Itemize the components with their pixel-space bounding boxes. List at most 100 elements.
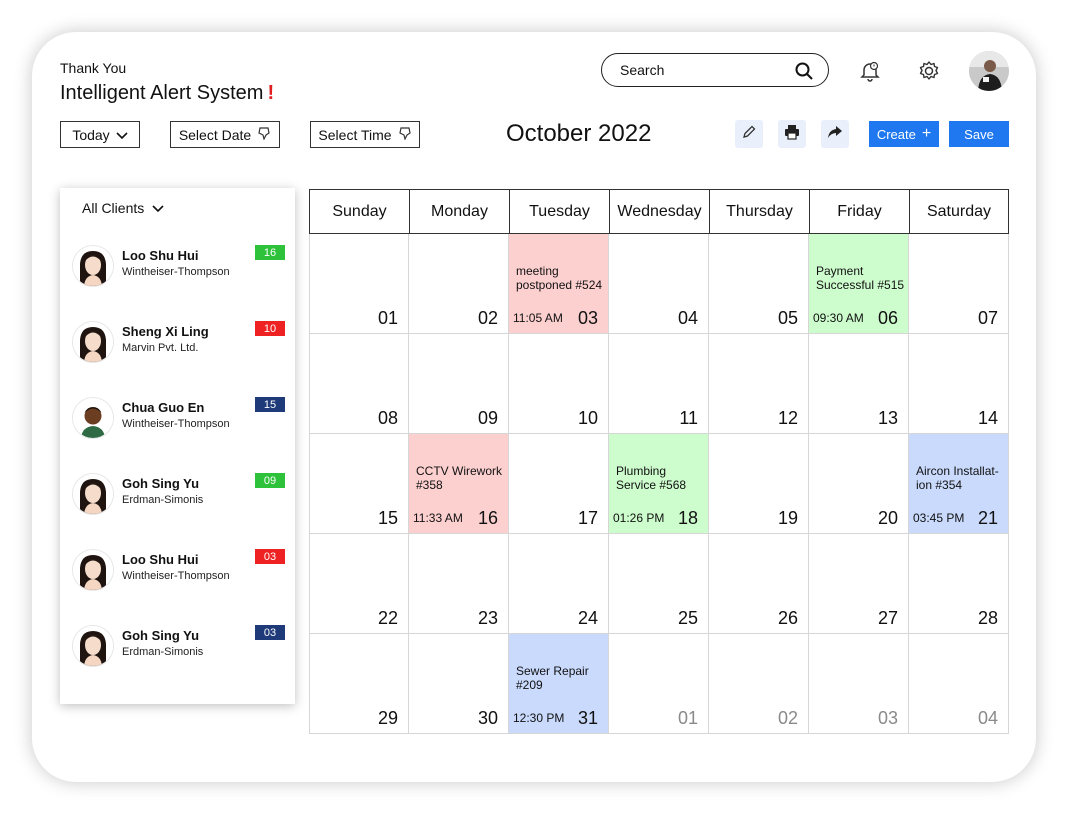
- calendar-day-cell[interactable]: 28: [909, 534, 1009, 634]
- calendar-day-cell[interactable]: 13: [809, 334, 909, 434]
- select-date-label: Select Date: [178, 126, 252, 143]
- calendar-day-cell[interactable]: 23: [409, 534, 509, 634]
- calendar-day-cell[interactable]: 29: [309, 634, 409, 734]
- pencil-icon: [741, 124, 757, 145]
- search-input[interactable]: [620, 62, 780, 78]
- calendar-day-cell[interactable]: 27: [809, 534, 909, 634]
- day-number: 06: [877, 308, 898, 328]
- event-time: 11:33 AM: [413, 511, 463, 525]
- calendar-day-cell[interactable]: 05: [709, 234, 809, 334]
- calendar-event-cell[interactable]: Payment Successful #515 09:30 AM 06: [809, 234, 909, 334]
- gear-icon[interactable]: [917, 59, 941, 83]
- calendar-day-cell[interactable]: 26: [709, 534, 809, 634]
- calendar-day-cell[interactable]: 09: [409, 334, 509, 434]
- calendar-day-cell[interactable]: 04: [909, 634, 1009, 734]
- share-button[interactable]: [821, 120, 849, 148]
- calendar-event-cell[interactable]: CCTV Wirework #358 11:33 AM 16: [409, 434, 509, 534]
- calendar-day-cell[interactable]: 22: [309, 534, 409, 634]
- client-item[interactable]: Goh Sing Yu Erdman-Simonis 09: [60, 473, 295, 533]
- calendar-day-cell[interactable]: 12: [709, 334, 809, 434]
- user-avatar[interactable]: [969, 51, 1009, 91]
- month-title: October 2022: [506, 120, 652, 147]
- select-date-button[interactable]: Select Date: [170, 121, 280, 148]
- day-number: 19: [777, 508, 798, 528]
- day-number: 29: [377, 708, 398, 728]
- calendar-day-cell[interactable]: 08: [309, 334, 409, 434]
- client-item[interactable]: Loo Shu Hui Wintheiser-Thompson 03: [60, 549, 295, 609]
- calendar-day-cell[interactable]: 02: [709, 634, 809, 734]
- all-clients-dropdown[interactable]: All Clients: [82, 200, 164, 216]
- search-icon[interactable]: [794, 61, 814, 86]
- calendar-day-cell[interactable]: 01: [309, 234, 409, 334]
- calendar-day-cell[interactable]: 19: [709, 434, 809, 534]
- calendar-day-cell[interactable]: 11: [609, 334, 709, 434]
- create-button[interactable]: Create +: [869, 121, 939, 147]
- calendar-event-cell[interactable]: Sewer Repair #209 12:30 PM 31: [509, 634, 609, 734]
- day-header-tuesday: Tuesday: [509, 189, 610, 234]
- calendar-day-cell[interactable]: 15: [309, 434, 409, 534]
- bell-icon[interactable]: [858, 59, 882, 83]
- calendar-day-cell[interactable]: 01: [609, 634, 709, 734]
- calendar-day-cell[interactable]: 25: [609, 534, 709, 634]
- day-number: 30: [477, 708, 498, 728]
- save-button[interactable]: Save: [949, 121, 1009, 147]
- day-header-friday: Friday: [809, 189, 910, 234]
- client-item[interactable]: Sheng Xi Ling Marvin Pvt. Ltd. 10: [60, 321, 295, 381]
- event-time: 11:05 AM: [513, 311, 563, 325]
- client-name: Goh Sing Yu: [122, 628, 200, 643]
- alert-count-badge: 10: [255, 321, 285, 336]
- day-number: 09: [477, 408, 498, 428]
- calendar-event-cell[interactable]: Aircon Installat-ion #354 03:45 PM 21: [909, 434, 1009, 534]
- edit-button[interactable]: [735, 120, 763, 148]
- day-number: 04: [977, 708, 998, 728]
- day-number: 02: [777, 708, 798, 728]
- day-header-sunday: Sunday: [309, 189, 410, 234]
- select-time-button[interactable]: Select Time: [310, 121, 420, 148]
- search-bar[interactable]: [601, 53, 829, 87]
- day-number: 10: [577, 408, 598, 428]
- day-header-saturday: Saturday: [909, 189, 1009, 234]
- calendar-event-cell[interactable]: meeting postponed #524 11:05 AM 03: [509, 234, 609, 334]
- client-name: Goh Sing Yu: [122, 476, 200, 491]
- calendar-day-cell[interactable]: 04: [609, 234, 709, 334]
- calendar-day-cell[interactable]: 24: [509, 534, 609, 634]
- event-time: 03:45 PM: [913, 511, 965, 525]
- calendar-day-cell[interactable]: 02: [409, 234, 509, 334]
- page-title-text: Intelligent Alert System: [60, 82, 264, 104]
- calendar-day-cell[interactable]: 03: [809, 634, 909, 734]
- calendar-day-cell[interactable]: 20: [809, 434, 909, 534]
- day-number: 17: [577, 508, 598, 528]
- day-number: 18: [677, 508, 698, 528]
- day-number: 26: [777, 608, 798, 628]
- day-number: 27: [877, 608, 898, 628]
- calendar-day-cell[interactable]: 30: [409, 634, 509, 734]
- today-dropdown[interactable]: Today: [60, 121, 140, 148]
- client-item[interactable]: Chua Guo En Wintheiser-Thompson 15: [60, 397, 295, 457]
- client-name: Sheng Xi Ling: [122, 324, 209, 339]
- avatar: [72, 245, 114, 287]
- calendar-event-cell[interactable]: Plumbing Service #568 01:26 PM 18: [609, 434, 709, 534]
- day-number: 24: [577, 608, 598, 628]
- day-number: 14: [977, 408, 998, 428]
- day-number: 21: [977, 508, 998, 528]
- day-number: 11: [679, 408, 698, 428]
- avatar: [72, 549, 114, 591]
- calendar-day-cell[interactable]: 10: [509, 334, 609, 434]
- calendar-day-cell[interactable]: 14: [909, 334, 1009, 434]
- select-time-label: Select Time: [318, 126, 392, 143]
- day-number: 01: [677, 708, 698, 728]
- client-name: Chua Guo En: [122, 400, 205, 415]
- day-number: 08: [377, 408, 398, 428]
- event-time: 09:30 AM: [813, 311, 864, 325]
- calendar-grid: Sunday Monday Tuesday Wednesday Thursday Frid…: [309, 189, 1009, 734]
- today-label: Today: [72, 126, 110, 143]
- chevron-down-icon: [152, 200, 164, 216]
- calendar-day-cell[interactable]: 07: [909, 234, 1009, 334]
- print-button[interactable]: [778, 120, 806, 148]
- client-item[interactable]: Loo Shu Hui Wintheiser-Thompson 16: [60, 245, 295, 305]
- day-header-monday: Monday: [409, 189, 510, 234]
- event-title: Plumbing Service #568: [616, 464, 687, 492]
- client-item[interactable]: Goh Sing Yu Erdman-Simonis 03: [60, 625, 295, 685]
- event-title: Sewer Repair #209: [516, 664, 589, 692]
- calendar-day-cell[interactable]: 17: [509, 434, 609, 534]
